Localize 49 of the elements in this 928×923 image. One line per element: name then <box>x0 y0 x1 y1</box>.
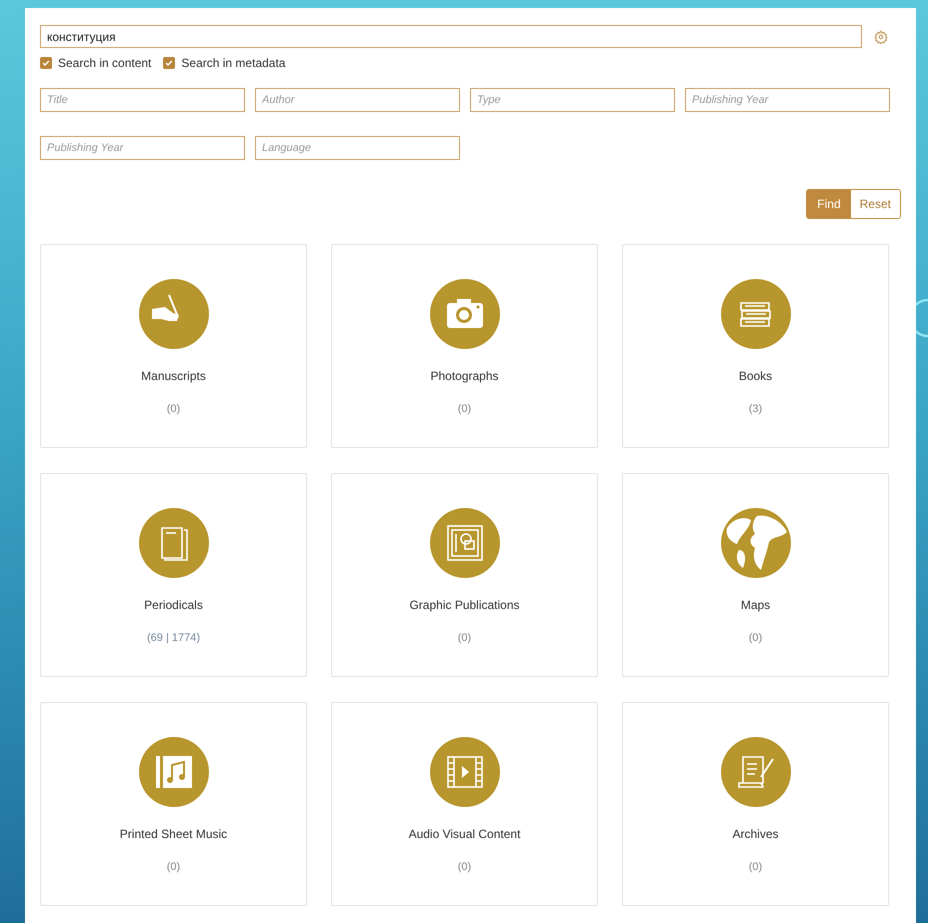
category-card[interactable]: Graphic Publications (0) <box>331 473 598 677</box>
category-count: (0) <box>748 860 762 875</box>
category-card[interactable]: Books (3) <box>622 244 889 448</box>
checkbox-label: Search in metadata <box>181 55 286 72</box>
filter-field[interactable]: Title <box>40 88 245 112</box>
category-count: (0) <box>748 631 762 646</box>
hand-writing-icon <box>138 279 208 349</box>
category-count: (0) <box>458 631 472 646</box>
category-card[interactable]: Photographs (0) <box>331 244 598 448</box>
category-name: Archives <box>732 826 778 843</box>
category-name: Audio Visual Content <box>408 826 520 843</box>
category-card[interactable]: Audio Visual Content (0) <box>331 702 598 906</box>
checkbox[interactable] <box>163 57 176 69</box>
scroll-quill-icon <box>720 737 790 807</box>
books-icon <box>720 279 790 349</box>
category-count: (0) <box>166 402 180 417</box>
category-count: (0) <box>458 860 472 875</box>
film-icon <box>430 737 500 807</box>
checkbox[interactable] <box>40 57 52 69</box>
filter-field[interactable]: Publishing Year <box>685 88 890 112</box>
category-count: (0) <box>458 402 472 417</box>
category-card[interactable]: Maps (0) <box>622 473 889 677</box>
category-name: Manuscripts <box>141 368 206 385</box>
filter-field[interactable]: Language <box>255 136 460 160</box>
sheet-music-icon <box>138 737 208 807</box>
category-card[interactable]: Manuscripts (0) <box>40 244 307 448</box>
category-card[interactable]: Archives (0) <box>622 702 889 906</box>
settings-icon[interactable] <box>874 30 888 44</box>
category-count: (3) <box>748 402 762 417</box>
category-name: Maps <box>740 597 770 614</box>
category-name: Periodicals <box>144 597 203 614</box>
filter-field[interactable]: Type <box>470 88 675 112</box>
category-card[interactable]: Printed Sheet Music (0) <box>40 702 307 906</box>
category-name: Graphic Publications <box>409 597 520 614</box>
category-name: Photographs <box>430 368 499 385</box>
checkbox-label: Search in content <box>58 55 152 72</box>
count-link[interactable]: (69 | 1774) <box>146 630 200 646</box>
document-icon <box>138 508 208 578</box>
drawing-board-icon <box>430 508 500 578</box>
category-name: Books <box>738 368 772 385</box>
category-card[interactable]: Periodicals (69 | 1774) <box>40 473 307 677</box>
globe-icon <box>720 508 790 578</box>
camera-icon <box>430 279 500 349</box>
check-icon <box>42 59 50 67</box>
filter-field[interactable]: Publishing Year <box>40 136 245 160</box>
category-count: (0) <box>166 860 180 875</box>
search-field[interactable]: конституция <box>40 25 862 48</box>
check-icon <box>165 59 174 67</box>
category-name: Printed Sheet Music <box>120 826 228 843</box>
